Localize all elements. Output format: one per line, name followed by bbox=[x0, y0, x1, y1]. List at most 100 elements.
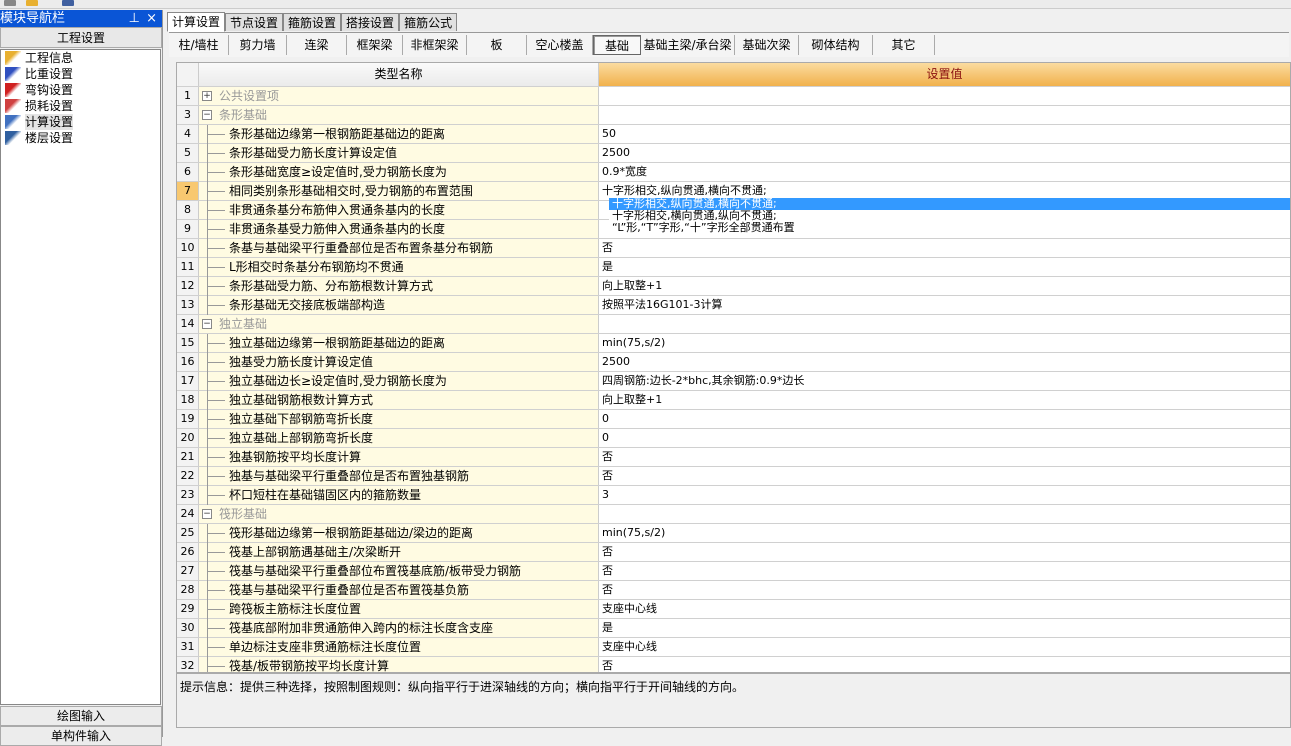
tab-3[interactable]: 搭接设置 bbox=[341, 13, 400, 31]
setting-value[interactable]: 按照平法16G101-3计算 bbox=[599, 296, 1290, 314]
tab-4[interactable]: 箍筋公式 bbox=[399, 13, 458, 31]
toolbar-icon[interactable] bbox=[4, 0, 16, 6]
subtab-2[interactable]: 连梁 bbox=[287, 35, 347, 55]
tree-line bbox=[207, 647, 225, 648]
table-row[interactable]: 26 筏基上部钢筋遇基础主/次梁断开 否 bbox=[177, 542, 1290, 562]
save-icon[interactable] bbox=[62, 0, 74, 6]
row-number: 4 bbox=[177, 125, 199, 143]
setting-value[interactable]: min(75,s/2) bbox=[599, 334, 1290, 352]
table-row[interactable]: 18 独立基础钢筋根数计算方式 向上取整+1 bbox=[177, 390, 1290, 410]
pin-icon[interactable]: ⊥ bbox=[129, 10, 140, 27]
drawing-input-button[interactable]: 绘图输入 bbox=[0, 706, 162, 726]
open-icon[interactable] bbox=[26, 0, 38, 6]
tree-item[interactable]: 比重设置 bbox=[1, 66, 160, 82]
setting-value[interactable]: 否 bbox=[599, 543, 1290, 561]
setting-value[interactable] bbox=[599, 106, 1290, 124]
setting-value[interactable]: 四周钢筋:边长-2*bhc,其余钢筋:0.9*边长 bbox=[599, 372, 1290, 390]
tab-1[interactable]: 节点设置 bbox=[225, 13, 284, 31]
table-row[interactable]: 29 跨筏板主筋标注长度位置 支座中心线 bbox=[177, 599, 1290, 619]
setting-value[interactable] bbox=[599, 505, 1290, 523]
setting-value[interactable]: 50 bbox=[599, 125, 1290, 143]
close-icon[interactable]: × bbox=[146, 10, 157, 27]
subtab-5[interactable]: 板 bbox=[467, 35, 527, 55]
table-row[interactable]: 11 L形相交时条基分布钢筋均不贯通 是 bbox=[177, 257, 1290, 277]
subtab-4[interactable]: 非框架梁 bbox=[403, 35, 467, 55]
table-row[interactable]: 27 筏基与基础梁平行重叠部位布置筏基底筋/板带受力钢筋 否 bbox=[177, 561, 1290, 581]
table-row[interactable]: 4 条形基础边缘第一根钢筋距基础边的距离 50 bbox=[177, 124, 1290, 144]
setting-value[interactable]: 否 bbox=[599, 467, 1290, 485]
tree-item[interactable]: 计算设置 bbox=[1, 114, 160, 130]
component-input-button[interactable]: 单构件输入 bbox=[0, 726, 162, 746]
setting-value[interactable]: 否 bbox=[599, 657, 1290, 672]
setting-value[interactable]: 0.9*宽度 bbox=[599, 163, 1290, 181]
table-row[interactable]: 1 + 公共设置项 bbox=[177, 86, 1290, 105]
table-row[interactable]: 30 筏基底部附加非贯通筋伸入跨内的标注长度含支座 是 bbox=[177, 618, 1290, 638]
tree-line bbox=[207, 666, 225, 667]
table-row[interactable]: 13 条形基础无交接底板端部构造 按照平法16G101-3计算 bbox=[177, 295, 1290, 315]
table-row[interactable]: 17 独立基础边长≥设定值时,受力钢筋长度为 四周钢筋:边长-2*bhc,其余钢筋:… bbox=[177, 371, 1290, 391]
setting-value[interactable]: min(75,s/2) bbox=[599, 524, 1290, 542]
subtab-0[interactable]: 柱/墙柱 bbox=[169, 35, 229, 55]
setting-value[interactable] bbox=[599, 87, 1290, 105]
setting-value[interactable]: 否 bbox=[599, 448, 1290, 466]
value-dropdown-list[interactable]: 十字形相交,纵向贯通,横向不贯通; 十字形相交,横向贯通,纵向不贯通; “L”形,“… bbox=[609, 198, 1290, 236]
tree-line bbox=[207, 191, 225, 192]
table-row[interactable]: 31 单边标注支座非贯通筋标注长度位置 支座中心线 bbox=[177, 637, 1290, 657]
table-row[interactable]: 3− 条形基础 bbox=[177, 105, 1290, 124]
setting-value[interactable]: 向上取整+1 bbox=[599, 391, 1290, 409]
setting-value[interactable]: 0 bbox=[599, 429, 1290, 447]
table-row[interactable]: 21 独基钢筋按平均长度计算否 bbox=[177, 447, 1290, 467]
table-row[interactable]: 20 独立基础上部钢筋弯折长度 0 bbox=[177, 428, 1290, 448]
collapse-icon[interactable]: − bbox=[202, 110, 212, 120]
setting-value[interactable]: 否 bbox=[599, 581, 1290, 599]
setting-value[interactable]: 3 bbox=[599, 486, 1290, 504]
table-row[interactable]: 16 独基受力筋长度计算设定值 2500 bbox=[177, 352, 1290, 372]
subtab-6[interactable]: 空心楼盖 bbox=[527, 35, 593, 55]
setting-name: 非贯通条基受力筋伸入贯通条基内的长度 bbox=[229, 222, 446, 236]
type-name-cell: 杯口短柱在基础锚固区内的箍筋数量 bbox=[199, 486, 599, 505]
tab-2[interactable]: 箍筋设置 bbox=[283, 13, 342, 31]
table-row[interactable]: 24− 筏形基础 bbox=[177, 504, 1290, 523]
subtab-3[interactable]: 框架梁 bbox=[347, 35, 403, 55]
setting-value[interactable]: 否 bbox=[599, 562, 1290, 580]
tree-line bbox=[207, 628, 225, 629]
setting-value[interactable] bbox=[599, 315, 1290, 333]
collapse-icon[interactable]: − bbox=[202, 509, 212, 519]
setting-value[interactable]: 2500 bbox=[599, 144, 1290, 162]
collapse-icon[interactable]: − bbox=[202, 319, 212, 329]
setting-value[interactable]: 是 bbox=[599, 258, 1290, 276]
table-row[interactable]: 6 条形基础宽度≥设定值时,受力钢筋长度为 0.9*宽度 bbox=[177, 162, 1290, 182]
tree-item[interactable]: 工程信息 bbox=[1, 50, 160, 66]
setting-value[interactable]: 向上取整+1 bbox=[599, 277, 1290, 295]
dropdown-option[interactable]: “L”形,“T”字形,“十”字形全部贯通布置 bbox=[609, 222, 1290, 234]
setting-value[interactable]: 0 bbox=[599, 410, 1290, 428]
table-row[interactable]: 23 杯口短柱在基础锚固区内的箍筋数量 3 bbox=[177, 485, 1290, 505]
table-row[interactable]: 12 条形基础受力筋、分布筋根数计算方式 向上取整+1 bbox=[177, 276, 1290, 296]
tree-item[interactable]: 损耗设置 bbox=[1, 98, 160, 114]
expand-icon[interactable]: + bbox=[202, 91, 212, 101]
setting-value[interactable]: 否 bbox=[599, 239, 1290, 257]
table-row[interactable]: 15 独立基础边缘第一根钢筋距基础边的距离 min(75,s/2) bbox=[177, 333, 1290, 353]
subtab-1[interactable]: 剪力墙 bbox=[229, 35, 287, 55]
subtab-10[interactable]: 砌体结构 bbox=[799, 35, 873, 55]
tab-0[interactable]: 计算设置 bbox=[167, 12, 226, 32]
setting-value[interactable]: 2500 bbox=[599, 353, 1290, 371]
table-row[interactable]: 32 筏基/板带钢筋按平均长度计算 否 bbox=[177, 656, 1290, 672]
table-row[interactable]: 22 独基与基础梁平行重叠部位是否布置独基钢筋 否 bbox=[177, 466, 1290, 486]
table-row[interactable]: 5 条形基础受力筋长度计算设定值 2500 bbox=[177, 143, 1290, 163]
table-row[interactable]: 28 筏基与基础梁平行重叠部位是否布置筏基负筋 否 bbox=[177, 580, 1290, 600]
subtab-11[interactable]: 其它 bbox=[873, 35, 935, 55]
table-row[interactable]: 19 独立基础下部钢筋弯折长度 0 bbox=[177, 409, 1290, 429]
setting-value[interactable]: 是 bbox=[599, 619, 1290, 637]
table-row[interactable]: 25 筏形基础边缘第一根钢筋距基础边/梁边的距离 min(75,s/2) bbox=[177, 523, 1290, 543]
setting-value[interactable]: 支座中心线 bbox=[599, 638, 1290, 656]
tree-item[interactable]: 弯钩设置 bbox=[1, 82, 160, 98]
table-row[interactable]: 14− 独立基础 bbox=[177, 314, 1290, 333]
subtab-9[interactable]: 基础次梁 bbox=[735, 35, 799, 55]
project-settings-group[interactable]: 工程设置 bbox=[0, 27, 162, 48]
tree-item[interactable]: 楼层设置 bbox=[1, 130, 160, 146]
setting-value[interactable]: 支座中心线 bbox=[599, 600, 1290, 618]
table-row[interactable]: 10 条基与基础梁平行重叠部位是否布置条基分布钢筋 否 bbox=[177, 238, 1290, 258]
subtab-8[interactable]: 基础主梁/承台梁 bbox=[641, 35, 735, 55]
subtab-7[interactable]: 基础 bbox=[593, 35, 641, 55]
